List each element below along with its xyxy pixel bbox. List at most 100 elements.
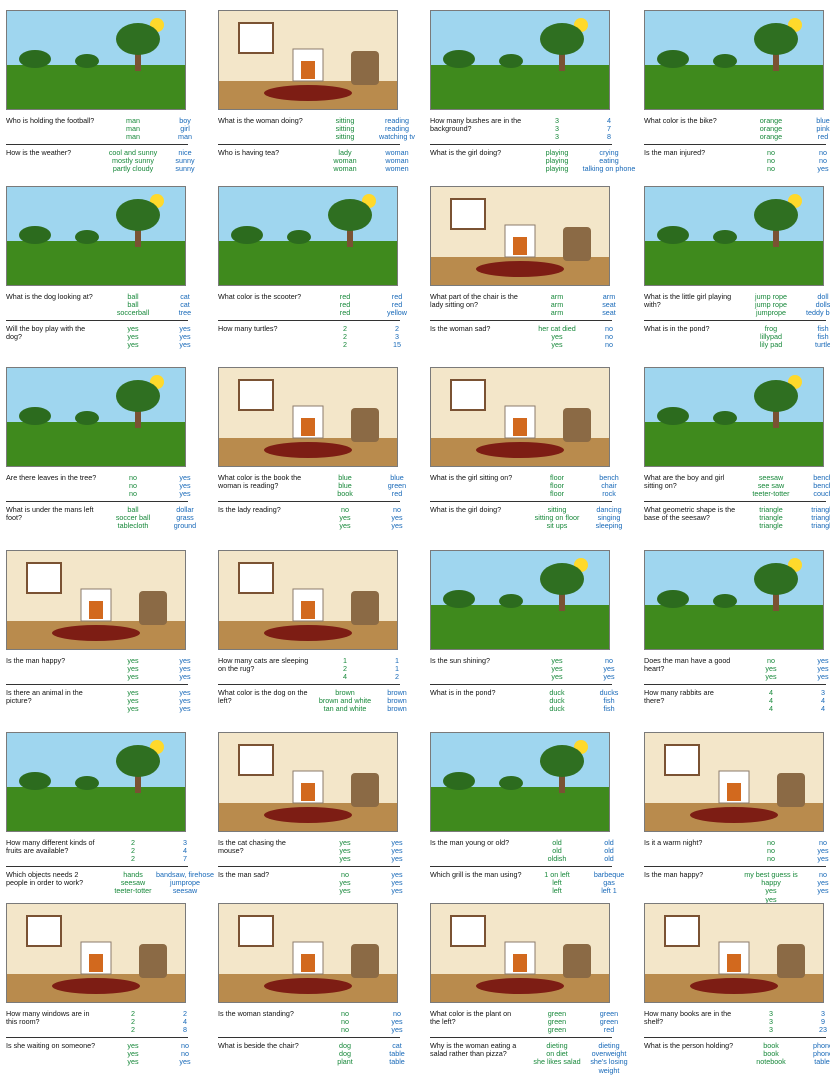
separator-line: [430, 1037, 612, 1038]
room-scene-image: [6, 903, 186, 1003]
park-scene-image: [6, 367, 186, 467]
answer-blue: sunny: [175, 164, 195, 174]
question-text: What is the girl doing?: [430, 505, 502, 514]
question-text: Why is the woman eating a salad rather t…: [430, 1041, 517, 1059]
question-text: What part of the chair is the lady sitti…: [430, 292, 518, 310]
park-scene-image: [644, 10, 824, 110]
question-text: What is in the pond?: [644, 324, 710, 333]
answer-blue: yes: [179, 672, 191, 682]
blue-answers: 3 9 23: [794, 1009, 830, 1035]
answer-blue: couch: [813, 489, 830, 499]
answer-blue: tree: [178, 308, 192, 318]
park-scene-image: [430, 10, 610, 110]
answer-green: notebook: [756, 1057, 786, 1067]
park-scene-image: [6, 10, 186, 110]
question-text: Will the boy play with the dog?: [6, 324, 86, 342]
room-scene-image: [644, 903, 824, 1003]
green-answers: blue blue book: [316, 473, 374, 499]
question-text: What color is the book the woman is read…: [218, 473, 302, 491]
separator-line: [6, 501, 188, 502]
green-answers: sitting sitting on floor sit ups: [528, 505, 586, 531]
answer-blue: ground: [173, 521, 197, 531]
separator-line: [644, 866, 826, 867]
question-text: Does the man have a good heart?: [644, 656, 731, 674]
blue-answers: blue green red: [368, 473, 426, 499]
park-scene-image: [644, 186, 824, 286]
question-text: What color is the dog on the left?: [218, 688, 308, 706]
question-text: What color is the bike?: [644, 116, 717, 125]
question-text: How many cats are sleeping on the rug?: [218, 656, 309, 674]
answer-green: tablecloth: [117, 521, 149, 531]
answer-green: yes: [765, 672, 777, 682]
blue-answers: barbeque gas left 1: [580, 870, 638, 896]
room-scene-image: [218, 732, 398, 832]
answer-green: jumprope: [756, 308, 786, 318]
separator-line: [6, 684, 188, 685]
answer-green: yes: [339, 521, 351, 531]
park-scene-image: [430, 732, 610, 832]
question-text: What is the little girl playing with?: [644, 292, 732, 310]
blue-answers: dolldollsteddy bear: [794, 292, 830, 318]
green-answers: no yes yes: [316, 505, 374, 531]
answer-blue: red: [391, 489, 403, 499]
answer-green: no: [341, 1025, 349, 1035]
answer-blue: table: [389, 1057, 405, 1067]
question-text: Is the man happy?: [644, 870, 704, 879]
green-answers: 222: [104, 838, 162, 864]
green-answers: 124: [316, 656, 374, 682]
answer-blue: tablet: [814, 1057, 830, 1067]
blue-answers: woman woman women: [368, 148, 426, 174]
question-text: What is under the mans left foot?: [6, 505, 94, 523]
separator-line: [6, 320, 188, 321]
question-text: Is the lady reading?: [218, 505, 281, 514]
room-scene-image: [430, 367, 610, 467]
blue-answers: dancing singing sleeping: [580, 505, 638, 531]
blue-answers: fish fish turtle: [794, 324, 830, 350]
answer-blue: seat: [602, 308, 616, 318]
answer-blue: women: [385, 164, 409, 174]
blue-answers: phonephonetablet: [794, 1041, 830, 1067]
answer-green: yes: [339, 854, 351, 864]
answer-blue: yes: [391, 521, 403, 531]
answer-blue: no: [605, 340, 613, 350]
answer-blue: brown: [387, 704, 407, 714]
separator-line: [644, 1037, 826, 1038]
answer-green: red: [339, 308, 351, 318]
green-answers: ball ball soccerball: [104, 292, 162, 318]
blue-answers: no no yes: [156, 1041, 214, 1067]
green-answers: dieting on diet she likes salad: [528, 1041, 586, 1067]
green-answers: 333: [742, 1009, 800, 1035]
answer-green: floor: [550, 489, 564, 499]
park-scene-image: [644, 367, 824, 467]
green-answers: yes yes yes: [104, 324, 162, 350]
separator-line: [644, 144, 826, 145]
park-scene-image: [644, 550, 824, 650]
separator-line: [644, 501, 826, 502]
question-text: What is the girl sitting on?: [430, 473, 513, 482]
green-answers: red red red: [316, 292, 374, 318]
blue-answers: yes yes yes: [794, 656, 830, 682]
question-text: Which objects needs 2 people in order to…: [6, 870, 84, 888]
answer-green: my best guess is happy: [744, 870, 798, 888]
answer-blue: yes: [179, 1057, 191, 1067]
green-answers: frog lillypad lily pad: [742, 324, 800, 350]
question-text: Who is having tea?: [218, 148, 280, 157]
answer-blue: talking on phone: [582, 164, 636, 174]
answer-green: playing: [545, 164, 569, 174]
question-text: What are the boy and girl sitting on?: [644, 473, 725, 491]
green-answers: lady woman woman: [316, 148, 374, 174]
answer-blue: red: [603, 1025, 615, 1035]
answer-green: 4: [769, 704, 773, 714]
question-text: What geometric shape is the base of the …: [644, 505, 736, 523]
blue-answers: arm seat seat: [580, 292, 638, 318]
answer-blue: left 1: [601, 886, 617, 896]
question-text: What color is the scooter?: [218, 292, 302, 301]
separator-line: [430, 866, 612, 867]
question-text: How many turtles?: [218, 324, 278, 333]
blue-answers: 478: [580, 116, 638, 142]
answer-green: no: [767, 854, 775, 864]
blue-answers: yes yes yes: [156, 324, 214, 350]
answer-green: plant: [337, 1057, 353, 1067]
answer-blue: yes: [603, 672, 615, 682]
question-text: What is the person holding?: [644, 1041, 734, 1050]
